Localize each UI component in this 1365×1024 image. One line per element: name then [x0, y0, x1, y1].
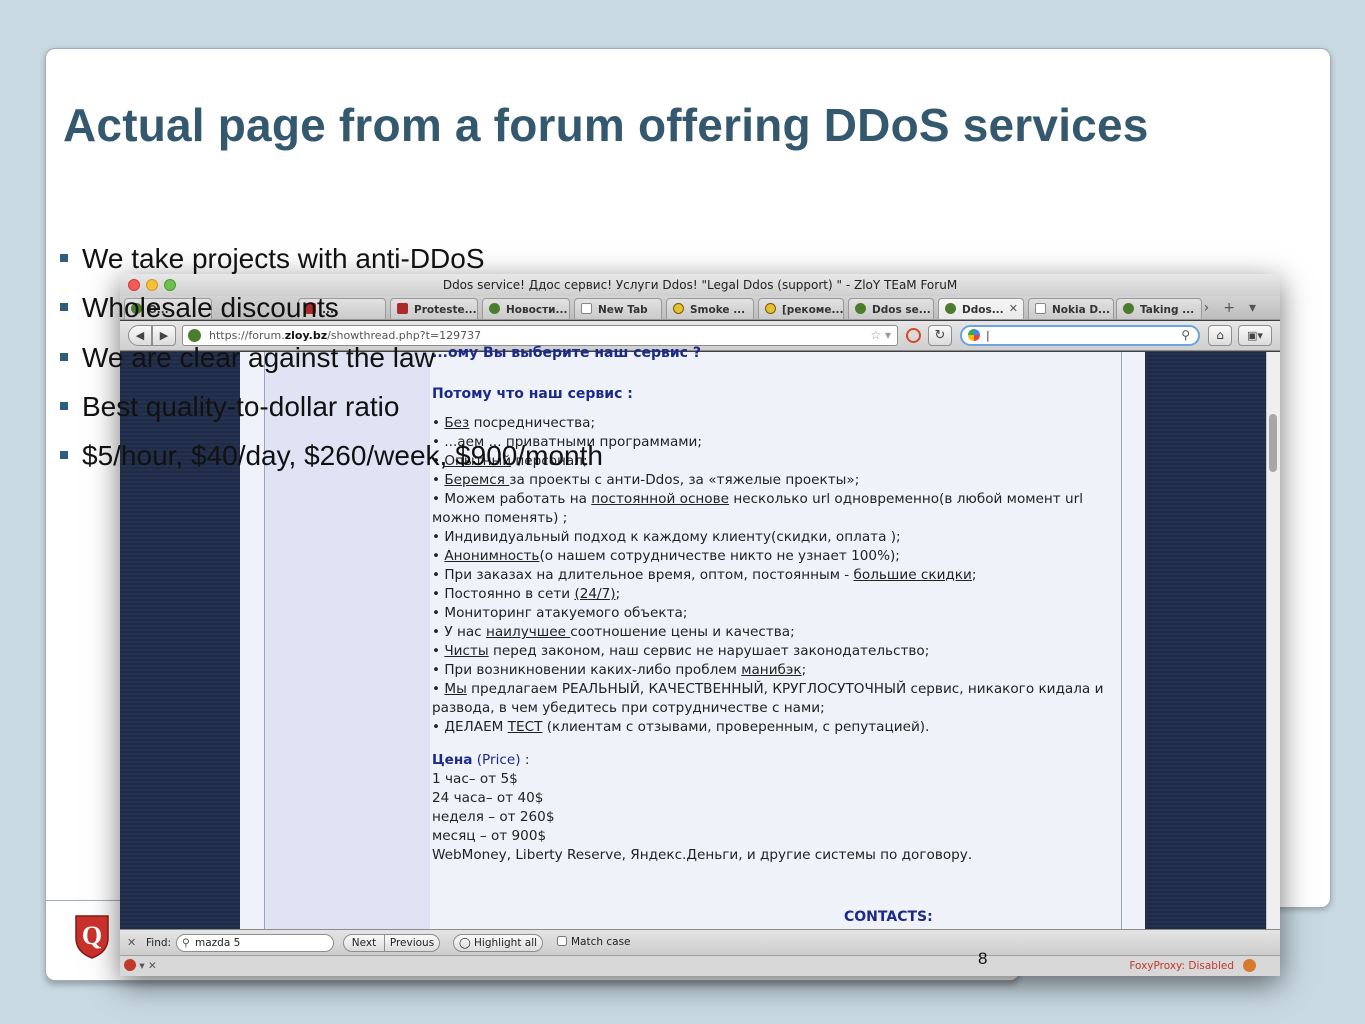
svg-text:Q: Q — [82, 921, 102, 950]
match-case-checkbox[interactable]: Match case — [557, 936, 631, 948]
tab-controls[interactable]: ›+▾ — [1204, 300, 1270, 316]
post-list-item: • Мы предлагаем РЕАЛЬНЫЙ, КАЧЕСТВЕННЫЙ, … — [432, 681, 1104, 716]
price-line: 24 часа– от 40$ — [432, 790, 544, 806]
search-icon[interactable]: ⚲ — [1181, 327, 1190, 344]
close-tab-icon[interactable]: ✕ — [1009, 302, 1018, 315]
status-bar: ▾ ✕ FoxyProxy: Disabled — [120, 955, 1280, 976]
bookmark-star-icon[interactable]: ☆ ▾ — [870, 326, 891, 345]
price-line: WebMoney, Liberty Reserve, Яндекс.Деньги… — [432, 847, 973, 863]
tab-8[interactable]: Ddos se... — [848, 298, 934, 319]
post-list-item: • При заказах на длительное время, оптом… — [432, 567, 977, 583]
price-line: месяц – от 900$ — [432, 828, 547, 844]
bullet-item: Best quality-to-dollar ratio — [58, 391, 603, 440]
bullet-item: $5/hour, $40/day, $260/week, $900/month — [58, 440, 603, 489]
new-tab-icon: + — [1223, 300, 1249, 316]
google-icon — [968, 329, 980, 341]
tab-icon — [1123, 303, 1134, 314]
extensions-button[interactable]: ▣▾ — [1238, 325, 1272, 346]
reload-button[interactable]: ↻ — [928, 325, 952, 346]
home-button[interactable]: ⌂ — [1208, 325, 1232, 346]
blank-page-icon — [1035, 303, 1046, 314]
addon-icons[interactable]: ▾ ✕ — [124, 959, 157, 972]
tab-10[interactable]: Nokia D... — [1028, 298, 1114, 319]
find-input[interactable]: ⚲ mazda 5 — [176, 934, 334, 952]
tab-icon — [855, 303, 866, 314]
tab-11[interactable]: Taking ... — [1116, 298, 1202, 319]
fox-icon[interactable] — [1243, 959, 1256, 972]
adblock-icon — [124, 959, 136, 971]
foxyproxy-status[interactable]: FoxyProxy: Disabled — [1129, 960, 1234, 972]
bullet-item: We take projects with anti-DDoS — [58, 243, 603, 292]
price-line: неделя – от 260$ — [432, 809, 555, 825]
page-scrollbar[interactable] — [1266, 352, 1280, 929]
tab-active[interactable]: Ddos... ✕ — [938, 298, 1024, 319]
highlight-all-button[interactable]: ◯ Highlight all — [453, 934, 543, 952]
tab-6[interactable]: Smoke ... — [666, 298, 754, 319]
post-list-item: • При возникновении каких-либо проблем м… — [432, 662, 807, 678]
scroll-thumb[interactable] — [1269, 414, 1277, 472]
post-list-item: • Чисты перед законом, наш сервис не нар… — [432, 643, 930, 659]
find-next-button[interactable]: Next — [343, 934, 385, 952]
chevron-right-icon: › — [1203, 300, 1224, 316]
post-list-item: • У нас наилучшее соотношение цены и кач… — [432, 624, 795, 640]
post-list-item: • Можем работать на постоянной основе не… — [432, 491, 1083, 526]
q-shield-logo: Q — [75, 915, 109, 959]
slide-title: Actual page from a forum offering DDoS s… — [63, 99, 1149, 151]
bullet-item: Wholesale discounts — [58, 292, 603, 341]
chevron-down-icon: ▾ — [1248, 300, 1270, 316]
radiation-icon — [673, 303, 684, 314]
post-list-item: • ДЕЛАЕМ ТЕСТ (клиентам с отзывами, пров… — [432, 719, 930, 735]
price-list: 1 час– от 5$ 24 часа– от 40$ неделя – от 2… — [432, 770, 1122, 865]
find-label: Find: — [146, 937, 172, 949]
post-list-item: • Анонимность(о нашем сотрудничестве ник… — [432, 548, 900, 564]
contacts-heading: CONTACTS: — [844, 909, 933, 925]
adblock-icon[interactable] — [906, 328, 921, 343]
close-find-icon[interactable]: ✕ — [127, 936, 136, 949]
post-list-item: • Индивидуальный подход к каждому клиент… — [432, 529, 901, 545]
bullet-list: We take projects with anti-DDoS Wholesal… — [58, 243, 603, 489]
tab-7[interactable]: [рекоме... — [758, 298, 844, 319]
bullet-item: We are clear against the law — [58, 342, 603, 391]
price-heading: Цена (Price) : — [432, 752, 530, 768]
post-list-item: • Мониторинг атакуемого объекта; — [432, 605, 688, 621]
find-bar: ✕ Find: ⚲ mazda 5 Next Previous ◯ Highlig… — [120, 929, 1280, 955]
search-icon: ⚲ — [182, 937, 190, 949]
page-number: 8 — [978, 949, 988, 968]
find-previous-button[interactable]: Previous — [384, 934, 440, 952]
price-line: 1 час– от 5$ — [432, 771, 518, 787]
tab-icon — [945, 303, 956, 314]
post-list-item: • Постоянно в сети (24/7); — [432, 586, 621, 602]
search-input[interactable]: | ⚲ — [960, 325, 1200, 346]
radiation-icon — [765, 303, 776, 314]
